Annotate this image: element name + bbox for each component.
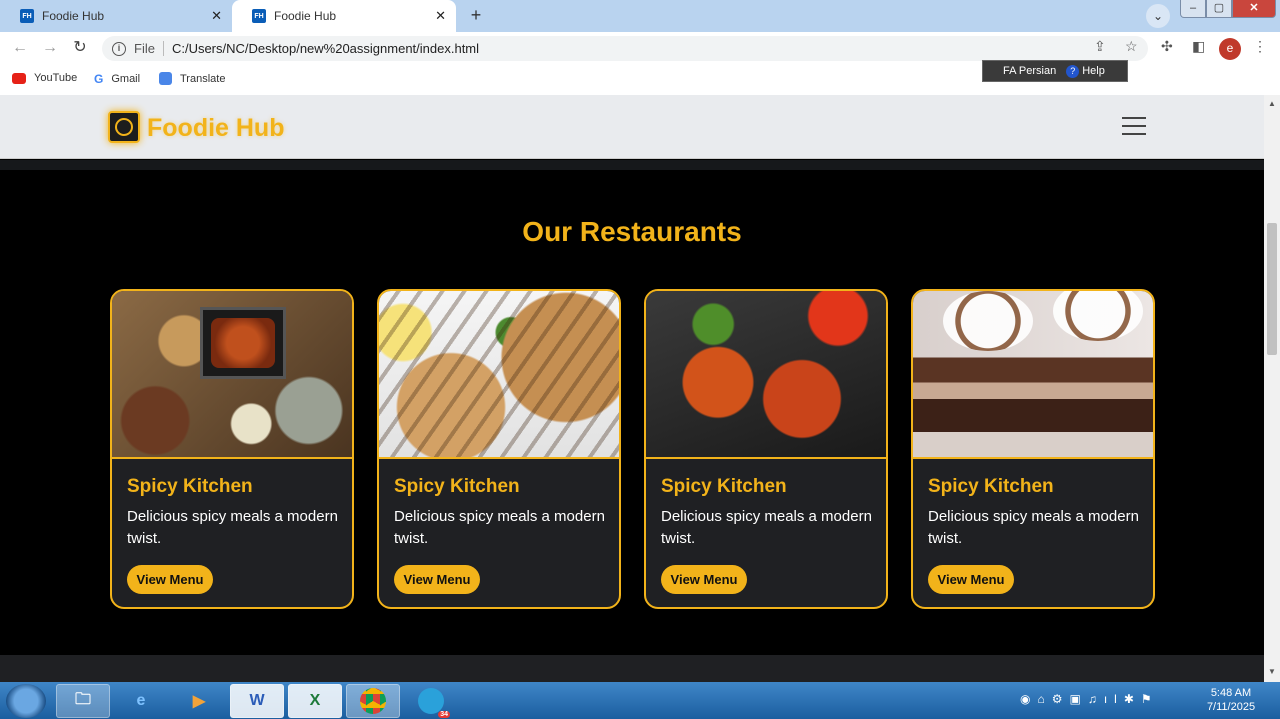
chicken-wings-image: [646, 291, 886, 459]
help-button[interactable]: ? Help: [1066, 64, 1105, 78]
word-icon[interactable]: W: [230, 684, 284, 718]
tab-strip: FH Foodie Hub ✕ FH Foodie Hub ✕ + ⌄ – ▢ …: [0, 0, 1280, 32]
restaurant-description: Delicious spicy meals a modern twist.: [661, 508, 872, 547]
restaurant-name: Spicy Kitchen: [127, 476, 253, 497]
telegram-icon[interactable]: 34: [404, 684, 458, 718]
reload-button[interactable]: ↻: [70, 38, 90, 58]
bookmark-label: YouTube: [34, 72, 78, 84]
menu-icon[interactable]: ⋮: [1253, 38, 1267, 55]
back-button[interactable]: ←: [10, 38, 30, 58]
forward-button[interactable]: →: [40, 38, 60, 58]
help-icon: ?: [1066, 64, 1080, 78]
close-tab-icon[interactable]: ✕: [435, 8, 446, 24]
hamburger-menu-icon[interactable]: [1122, 117, 1146, 137]
clock-date: 7/11/2025: [1206, 701, 1256, 713]
favicon: FH: [20, 9, 34, 23]
restaurant-description: Delicious spicy meals a modern twist.: [928, 508, 1139, 547]
restaurant-card: Spicy Kitchen Delicious spicy meals a mo…: [110, 289, 354, 609]
address-bar[interactable]: i File C:/Users/NC/Desktop/new%20assignm…: [102, 36, 1148, 61]
page-viewport: Foodie Hub Our Restaurants Spicy Kitchen…: [0, 95, 1264, 682]
tab-search-button[interactable]: ⌄: [1146, 4, 1170, 28]
section-title: Our Restaurants: [522, 216, 742, 247]
explorer-icon[interactable]: 🗀: [56, 684, 110, 718]
extensions-icon[interactable]: ✣: [1161, 38, 1173, 55]
clock-time: 5:48 AM: [1210, 687, 1252, 699]
language-label[interactable]: FA Persian: [1003, 65, 1056, 77]
system-tray[interactable]: ◉⌂⚙▣♫ıl✱⚑: [1020, 692, 1159, 706]
view-menu-button[interactable]: View Menu: [661, 565, 747, 594]
browser-tab-active[interactable]: FH Foodie Hub ✕: [232, 0, 456, 32]
logo-icon[interactable]: [108, 111, 140, 143]
youtube-icon: [12, 72, 26, 84]
restaurant-name: Spicy Kitchen: [394, 476, 520, 497]
media-player-icon[interactable]: ▶: [172, 684, 226, 718]
next-section-strip: [0, 655, 1264, 682]
new-tab-button[interactable]: +: [462, 4, 490, 28]
brand-name[interactable]: Foodie Hub: [147, 114, 284, 143]
help-label: Help: [1082, 65, 1105, 77]
side-panel-icon[interactable]: ◧: [1192, 38, 1205, 55]
close-tab-icon[interactable]: ✕: [211, 8, 222, 24]
view-menu-button[interactable]: View Menu: [394, 565, 480, 594]
page-scrollbar[interactable]: ▲ ▼: [1264, 95, 1280, 682]
restaurant-description: Delicious spicy meals a modern twist.: [127, 508, 338, 547]
bookmark-label: Gmail: [111, 73, 141, 85]
view-menu-button[interactable]: View Menu: [928, 565, 1014, 594]
restaurant-description: Delicious spicy meals a modern twist.: [394, 508, 605, 547]
scrollbar-thumb[interactable]: [1267, 223, 1277, 355]
restaurant-card: Spicy Kitchen Delicious spicy meals a mo…: [644, 289, 888, 609]
windows-taskbar: 🗀 e ▶ W X 34 ◉⌂⚙▣♫ıl✱⚑ 5:48 AM 7/11/2025: [0, 682, 1280, 719]
dessert-image: [913, 291, 1153, 459]
grilled-chicken-image: [379, 291, 619, 459]
maximize-button[interactable]: ▢: [1206, 0, 1232, 18]
favicon: FH: [252, 9, 266, 23]
google-icon: G: [94, 72, 104, 86]
tab-title: Foodie Hub: [42, 9, 105, 23]
profile-avatar[interactable]: e: [1219, 38, 1241, 60]
address-url[interactable]: C:/Users/NC/Desktop/new%20assignment/ind…: [172, 41, 479, 56]
telegram-badge: 34: [438, 711, 450, 718]
excel-icon[interactable]: X: [288, 684, 342, 718]
restaurant-card: Spicy Kitchen Delicious spicy meals a mo…: [911, 289, 1155, 609]
translate-icon: [159, 72, 172, 85]
close-window-button[interactable]: ✕: [1232, 0, 1276, 18]
browser-tab[interactable]: FH Foodie Hub ✕: [0, 0, 232, 32]
tab-title: Foodie Hub: [274, 9, 337, 23]
site-navbar: Foodie Hub: [0, 95, 1264, 159]
platter-image: [112, 291, 352, 459]
scroll-up-icon[interactable]: ▲: [1268, 99, 1276, 108]
restaurant-name: Spicy Kitchen: [661, 476, 787, 497]
bookmark-translate[interactable]: Translate: [159, 72, 225, 85]
address-scheme-label: File: [134, 41, 164, 56]
internet-explorer-icon[interactable]: e: [114, 684, 168, 718]
info-icon[interactable]: i: [112, 41, 126, 56]
bookmark-gmail[interactable]: G Gmail: [94, 72, 140, 86]
view-menu-button[interactable]: View Menu: [127, 565, 213, 594]
language-bar[interactable]: FA Persian ? Help: [982, 60, 1128, 82]
bookmark-star-icon[interactable]: ☆: [1125, 38, 1138, 55]
minimize-button[interactable]: –: [1180, 0, 1206, 18]
divider: [0, 160, 1264, 170]
chrome-icon[interactable]: [346, 684, 400, 718]
restaurant-name: Spicy Kitchen: [928, 476, 1054, 497]
start-button[interactable]: [6, 684, 46, 718]
bookmark-youtube[interactable]: YouTube: [12, 72, 77, 84]
scroll-down-icon[interactable]: ▼: [1268, 667, 1276, 676]
bookmark-label: Translate: [180, 72, 226, 85]
taskbar-clock[interactable]: 5:48 AM 7/11/2025: [1196, 686, 1266, 714]
share-icon[interactable]: ⇪: [1094, 38, 1106, 55]
restaurant-card: Spicy Kitchen Delicious spicy meals a mo…: [377, 289, 621, 609]
